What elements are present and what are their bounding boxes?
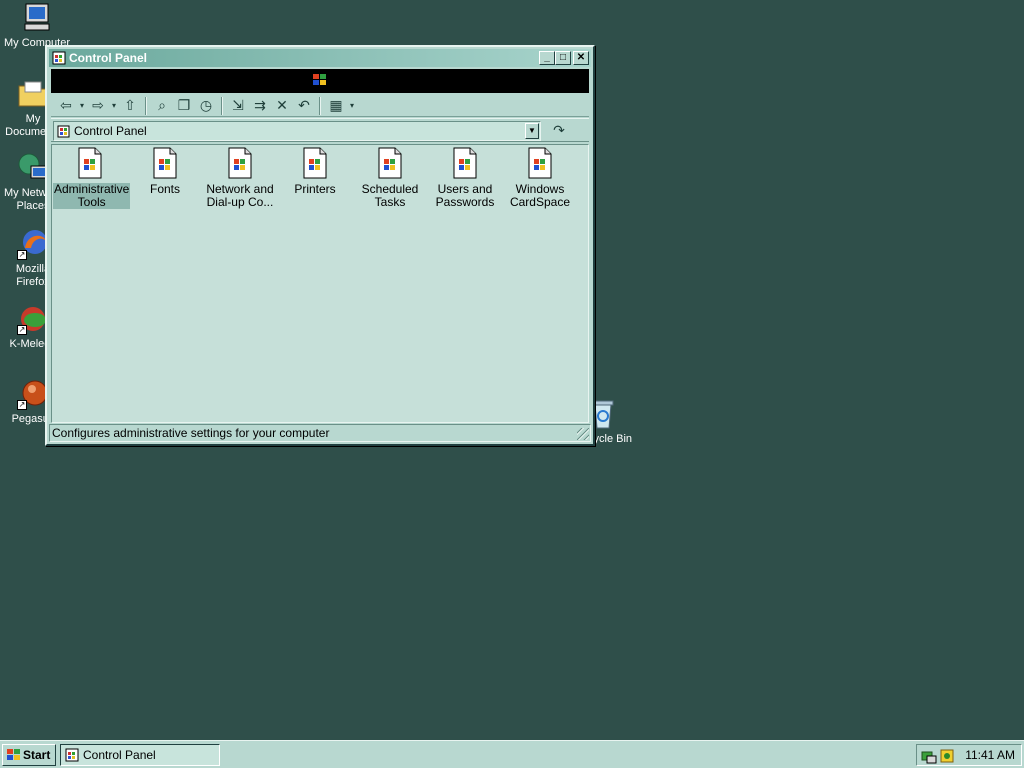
copy-to-button[interactable]: ⇉ xyxy=(249,96,271,116)
undo-button[interactable]: ↶ xyxy=(293,96,315,116)
desktop-icon-my-computer[interactable]: My Computer xyxy=(2,2,72,50)
history-icon: ◷ xyxy=(199,97,213,113)
users-passwords-icon xyxy=(451,147,479,179)
control-panel-window: Control Panel _ □ ✕ ⇦ ▾ ⇨ ▾ ⇧ ⌕ ❐ ◷ ⇲ ⇉ … xyxy=(45,45,595,446)
shortcut-arrow-icon: ↗ xyxy=(17,325,27,335)
status-text: Configures administrative settings for y… xyxy=(52,426,330,440)
forward-dropdown-button[interactable]: ▾ xyxy=(109,96,119,116)
control-panel-icon xyxy=(52,51,66,70)
folder-content-view: Administrative Tools Fonts Network and D… xyxy=(51,144,589,423)
delete-button[interactable]: ✕ xyxy=(271,96,293,116)
status-bar: Configures administrative settings for y… xyxy=(49,424,591,442)
cp-item-printers[interactable]: Printers xyxy=(278,147,352,196)
start-label: Start xyxy=(23,748,51,762)
cp-item-label: Scheduled Tasks xyxy=(361,182,419,209)
views-icon: ▦ xyxy=(329,97,343,113)
cp-item-fonts[interactable]: Fonts xyxy=(128,147,202,196)
chevron-down-icon: ▾ xyxy=(79,101,84,110)
go-button[interactable]: ↷ xyxy=(549,122,569,140)
administrative-tools-icon xyxy=(76,147,104,179)
cp-item-label: Users and Passwords xyxy=(435,182,495,209)
printers-icon xyxy=(301,147,329,179)
cp-item-scheduled-tasks[interactable]: Scheduled Tasks xyxy=(353,147,427,209)
views-button[interactable]: ▦ xyxy=(325,96,347,116)
taskbar: Start Control Panel 11:41 AM xyxy=(0,740,1024,768)
maximize-button[interactable]: □ xyxy=(555,51,571,65)
windows-logo-bar xyxy=(51,69,589,93)
fonts-icon xyxy=(151,147,179,179)
delete-icon: ✕ xyxy=(276,97,288,113)
address-dropdown-button[interactable]: ▼ xyxy=(525,123,539,139)
forward-button[interactable]: ⇨ xyxy=(87,96,109,116)
window-title: Control Panel xyxy=(69,51,148,65)
start-button[interactable]: Start xyxy=(2,744,56,766)
toolbar-separator xyxy=(221,96,223,115)
cp-item-label: Printers xyxy=(294,182,336,196)
address-bar: Control Panel ▼ ↷ xyxy=(51,118,589,142)
resize-grip[interactable] xyxy=(577,428,589,440)
taskbar-button-label: Control Panel xyxy=(83,748,156,762)
cp-item-administrative-tools[interactable]: Administrative Tools xyxy=(53,147,131,209)
folders-button[interactable]: ❐ xyxy=(173,96,195,116)
scheduled-tasks-icon xyxy=(376,147,404,179)
computer-icon xyxy=(21,2,53,34)
move-to-icon: ⇲ xyxy=(232,97,244,113)
system-tray: 11:41 AM xyxy=(916,744,1022,766)
up-folder-icon: ⇧ xyxy=(124,97,136,113)
cp-item-windows-cardspace[interactable]: Windows CardSpace xyxy=(503,147,577,209)
up-folder-button[interactable]: ⇧ xyxy=(119,96,141,116)
history-button[interactable]: ◷ xyxy=(195,96,217,116)
cp-item-label: Network and Dial-up Co... xyxy=(206,182,274,209)
cp-item-users-passwords[interactable]: Users and Passwords xyxy=(428,147,502,209)
network-dialup-icon xyxy=(226,147,254,179)
cp-item-network-dialup[interactable]: Network and Dial-up Co... xyxy=(203,147,277,209)
chevron-down-icon: ▾ xyxy=(111,101,116,110)
chevron-down-icon: ▼ xyxy=(528,126,536,135)
copy-to-icon: ⇉ xyxy=(254,97,266,113)
chevron-down-icon: ▾ xyxy=(349,101,354,110)
cp-item-label: Windows CardSpace xyxy=(509,182,571,209)
network-tray-icon[interactable] xyxy=(921,748,937,767)
security-tray-icon[interactable] xyxy=(939,748,955,767)
toolbar-separator xyxy=(319,96,321,115)
go-arrow-icon: ↷ xyxy=(553,122,565,138)
search-icon: ⌕ xyxy=(158,97,166,113)
search-button[interactable]: ⌕ xyxy=(151,96,173,116)
control-panel-icon xyxy=(65,748,79,768)
control-panel-icon xyxy=(57,125,70,143)
back-dropdown-button[interactable]: ▾ xyxy=(77,96,87,116)
close-button[interactable]: ✕ xyxy=(573,51,589,65)
cp-item-label: Fonts xyxy=(149,182,180,196)
cp-item-label: Administrative Tools xyxy=(53,182,131,209)
address-value: Control Panel xyxy=(74,124,147,138)
forward-arrow-icon: ⇨ xyxy=(92,97,104,113)
move-to-button[interactable]: ⇲ xyxy=(227,96,249,116)
windows-flag-icon xyxy=(312,73,328,90)
back-button[interactable]: ⇦ xyxy=(55,96,77,116)
clock[interactable]: 11:41 AM xyxy=(965,745,1015,765)
folders-icon: ❐ xyxy=(177,97,191,113)
title-bar[interactable]: Control Panel _ □ ✕ xyxy=(49,49,591,67)
shortcut-arrow-icon: ↗ xyxy=(17,400,27,410)
toolbar-separator xyxy=(145,96,147,115)
windows-cardspace-icon xyxy=(526,147,554,179)
taskbar-button-control-panel[interactable]: Control Panel xyxy=(60,744,220,766)
windows-flag-icon xyxy=(6,748,21,768)
minimize-button[interactable]: _ xyxy=(539,51,555,65)
address-combo[interactable]: Control Panel ▼ xyxy=(53,121,541,141)
shortcut-arrow-icon: ↗ xyxy=(17,250,27,260)
undo-icon: ↶ xyxy=(298,97,310,113)
back-arrow-icon: ⇦ xyxy=(60,97,72,113)
standard-toolbar: ⇦ ▾ ⇨ ▾ ⇧ ⌕ ❐ ◷ ⇲ ⇉ ✕ ↶ ▦ ▾ xyxy=(51,95,589,117)
views-dropdown-button[interactable]: ▾ xyxy=(347,96,357,116)
